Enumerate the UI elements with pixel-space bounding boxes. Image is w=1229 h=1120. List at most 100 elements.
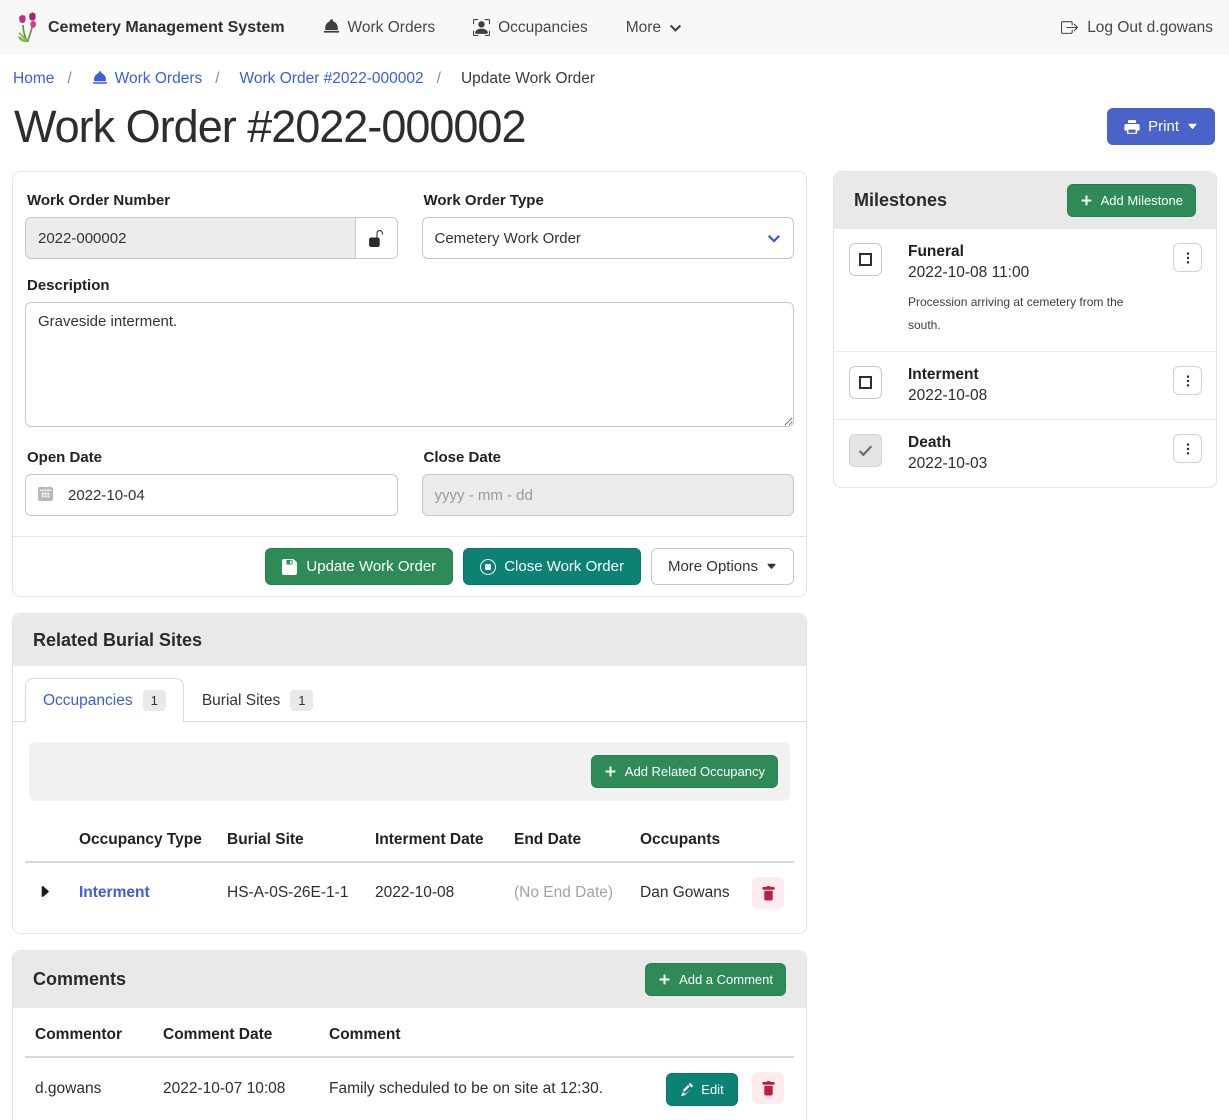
printer-icon xyxy=(1124,119,1140,135)
tab-burial-sites[interactable]: Burial Sites 1 xyxy=(184,678,332,722)
add-comment-button[interactable]: Add a Comment xyxy=(645,963,786,996)
hard-hat-icon xyxy=(323,19,340,36)
add-comment-label: Add a Comment xyxy=(679,972,773,987)
comment-date-value: 2022-10-07 10:08 xyxy=(153,1057,319,1120)
close-date-input xyxy=(422,474,795,516)
interment-date-value: 2022-10-08 xyxy=(365,862,504,923)
nav-item-work-orders[interactable]: Work Orders xyxy=(323,19,436,37)
milestone-date: 2022-10-08 xyxy=(908,387,1173,405)
work-order-type-select[interactable]: Cemetery Work Order xyxy=(422,217,795,259)
milestones-title: Milestones xyxy=(854,190,947,211)
related-burial-sites-card: Related Burial Sites Occupancies 1 Buria… xyxy=(12,613,807,934)
plus-icon xyxy=(604,765,617,778)
pencil-icon xyxy=(680,1083,693,1096)
milestone-date: 2022-10-03 xyxy=(908,455,1173,473)
occupancies-toolbar: Add Related Occupancy xyxy=(29,742,790,801)
occupants-value: Dan Gowans xyxy=(630,862,742,923)
delete-occupancy-button[interactable] xyxy=(752,877,784,909)
open-date-label: Open Date xyxy=(27,449,398,466)
col-comment-date: Comment Date xyxy=(153,1012,319,1057)
trash-icon xyxy=(761,886,776,901)
open-date-input[interactable] xyxy=(25,474,398,516)
occupancy-row: Interment HS-A-0S-26E-1-1 2022-10-08 (No… xyxy=(25,862,794,923)
milestone-item-death: Death 2022-10-03 xyxy=(834,420,1216,487)
kebab-menu-icon xyxy=(1181,251,1195,265)
person-bounding-box-icon xyxy=(473,19,490,36)
breadcrumb-home[interactable]: Home xyxy=(13,70,54,88)
occupancies-count-badge: 1 xyxy=(143,690,166,711)
nav-item-more[interactable]: More xyxy=(626,19,682,37)
milestone-title: Funeral xyxy=(908,243,1173,261)
tab-occupancies[interactable]: Occupancies 1 xyxy=(25,678,184,722)
checkbox-unchecked-icon xyxy=(859,376,872,389)
breadcrumb: Home Work Orders Work Order #2022-000002… xyxy=(0,55,1229,98)
milestone-menu-button[interactable] xyxy=(1173,243,1202,272)
chevron-down-icon xyxy=(669,21,682,34)
chevron-down-icon xyxy=(767,231,781,245)
comments-title: Comments xyxy=(33,969,126,990)
related-burial-sites-title: Related Burial Sites xyxy=(33,630,202,651)
more-options-button[interactable]: More Options xyxy=(651,548,794,585)
logout-button[interactable]: Log Out d.gowans xyxy=(1061,19,1213,37)
col-interment-date: Interment Date xyxy=(365,817,504,862)
breadcrumb-work-orders[interactable]: Work Orders xyxy=(54,70,202,88)
work-order-type-value: Cemetery Work Order xyxy=(435,230,581,247)
col-end-date: End Date xyxy=(504,817,630,862)
col-comment: Comment xyxy=(319,1012,656,1057)
unlock-button[interactable] xyxy=(355,217,397,259)
add-milestone-button[interactable]: Add Milestone xyxy=(1067,184,1196,217)
milestone-checkbox-checked[interactable] xyxy=(849,434,882,467)
work-order-type-label: Work Order Type xyxy=(424,192,795,209)
work-order-number-label: Work Order Number xyxy=(27,192,398,209)
comment-row: d.gowans 2022-10-07 10:08 Family schedul… xyxy=(25,1057,794,1120)
stop-circle-icon xyxy=(480,559,496,575)
page-header: Work Order #2022-000002 Print xyxy=(0,98,1229,154)
edit-label: Edit xyxy=(701,1082,723,1097)
milestone-checkbox[interactable] xyxy=(849,366,882,399)
print-button[interactable]: Print xyxy=(1107,108,1215,145)
nav-item-occupancies[interactable]: Occupancies xyxy=(473,19,588,37)
edit-comment-button[interactable]: Edit xyxy=(666,1073,737,1106)
related-tabs: Occupancies 1 Burial Sites 1 xyxy=(13,666,806,722)
checkmark-icon xyxy=(857,442,874,459)
top-navbar: Cemetery Management System Work Orders O… xyxy=(0,0,1229,55)
delete-comment-button[interactable] xyxy=(752,1072,784,1104)
hard-hat-icon xyxy=(92,71,108,87)
add-related-occupancy-label: Add Related Occupancy xyxy=(625,764,765,779)
milestone-title: Death xyxy=(908,434,1173,452)
nav-item-label: Occupancies xyxy=(498,19,588,37)
milestone-checkbox[interactable] xyxy=(849,243,882,276)
update-work-order-button[interactable]: Update Work Order xyxy=(265,548,453,585)
more-options-label: More Options xyxy=(668,558,758,575)
milestone-item-interment: Interment 2022-10-08 xyxy=(834,352,1216,420)
close-work-order-button[interactable]: Close Work Order xyxy=(463,548,641,585)
kebab-menu-icon xyxy=(1181,374,1195,388)
occupancies-table: Occupancy Type Burial Site Interment Dat… xyxy=(25,817,794,923)
work-order-form-card: Work Order Number xyxy=(12,171,807,597)
comments-table: Commentor Comment Date Comment d.gowans … xyxy=(25,1012,794,1120)
col-occupancy-type: Occupancy Type xyxy=(69,817,217,862)
caret-down-icon xyxy=(766,561,777,572)
milestone-menu-button[interactable] xyxy=(1173,434,1202,463)
occupancy-type-link[interactable]: Interment xyxy=(79,884,150,901)
add-related-occupancy-button[interactable]: Add Related Occupancy xyxy=(591,755,778,788)
description-textarea[interactable]: Graveside interment. xyxy=(25,302,794,427)
form-footer: Update Work Order Close Work Order More … xyxy=(13,536,806,596)
logout-label: Log Out d.gowans xyxy=(1087,19,1213,37)
comments-card: Comments Add a Comment Commentor C xyxy=(12,950,807,1120)
milestones-card: Milestones Add Milestone xyxy=(833,171,1217,488)
app-brand[interactable]: Cemetery Management System xyxy=(16,12,285,43)
burial-site-value: HS-A-0S-26E-1-1 xyxy=(217,862,365,923)
breadcrumb-work-order-number[interactable]: Work Order #2022-000002 xyxy=(202,70,423,88)
comment-value: Family scheduled to be on site at 12:30. xyxy=(319,1057,656,1120)
nav-item-label: More xyxy=(626,19,661,37)
log-out-icon xyxy=(1061,19,1078,36)
milestone-title: Interment xyxy=(908,366,1173,384)
expand-row-button[interactable] xyxy=(35,882,54,901)
nav-item-label: Work Orders xyxy=(348,19,436,37)
app-brand-label: Cemetery Management System xyxy=(48,19,285,37)
unlock-icon xyxy=(368,230,385,247)
add-milestone-label: Add Milestone xyxy=(1101,193,1183,208)
milestone-menu-button[interactable] xyxy=(1173,366,1202,395)
page-title: Work Order #2022-000002 xyxy=(14,100,526,154)
